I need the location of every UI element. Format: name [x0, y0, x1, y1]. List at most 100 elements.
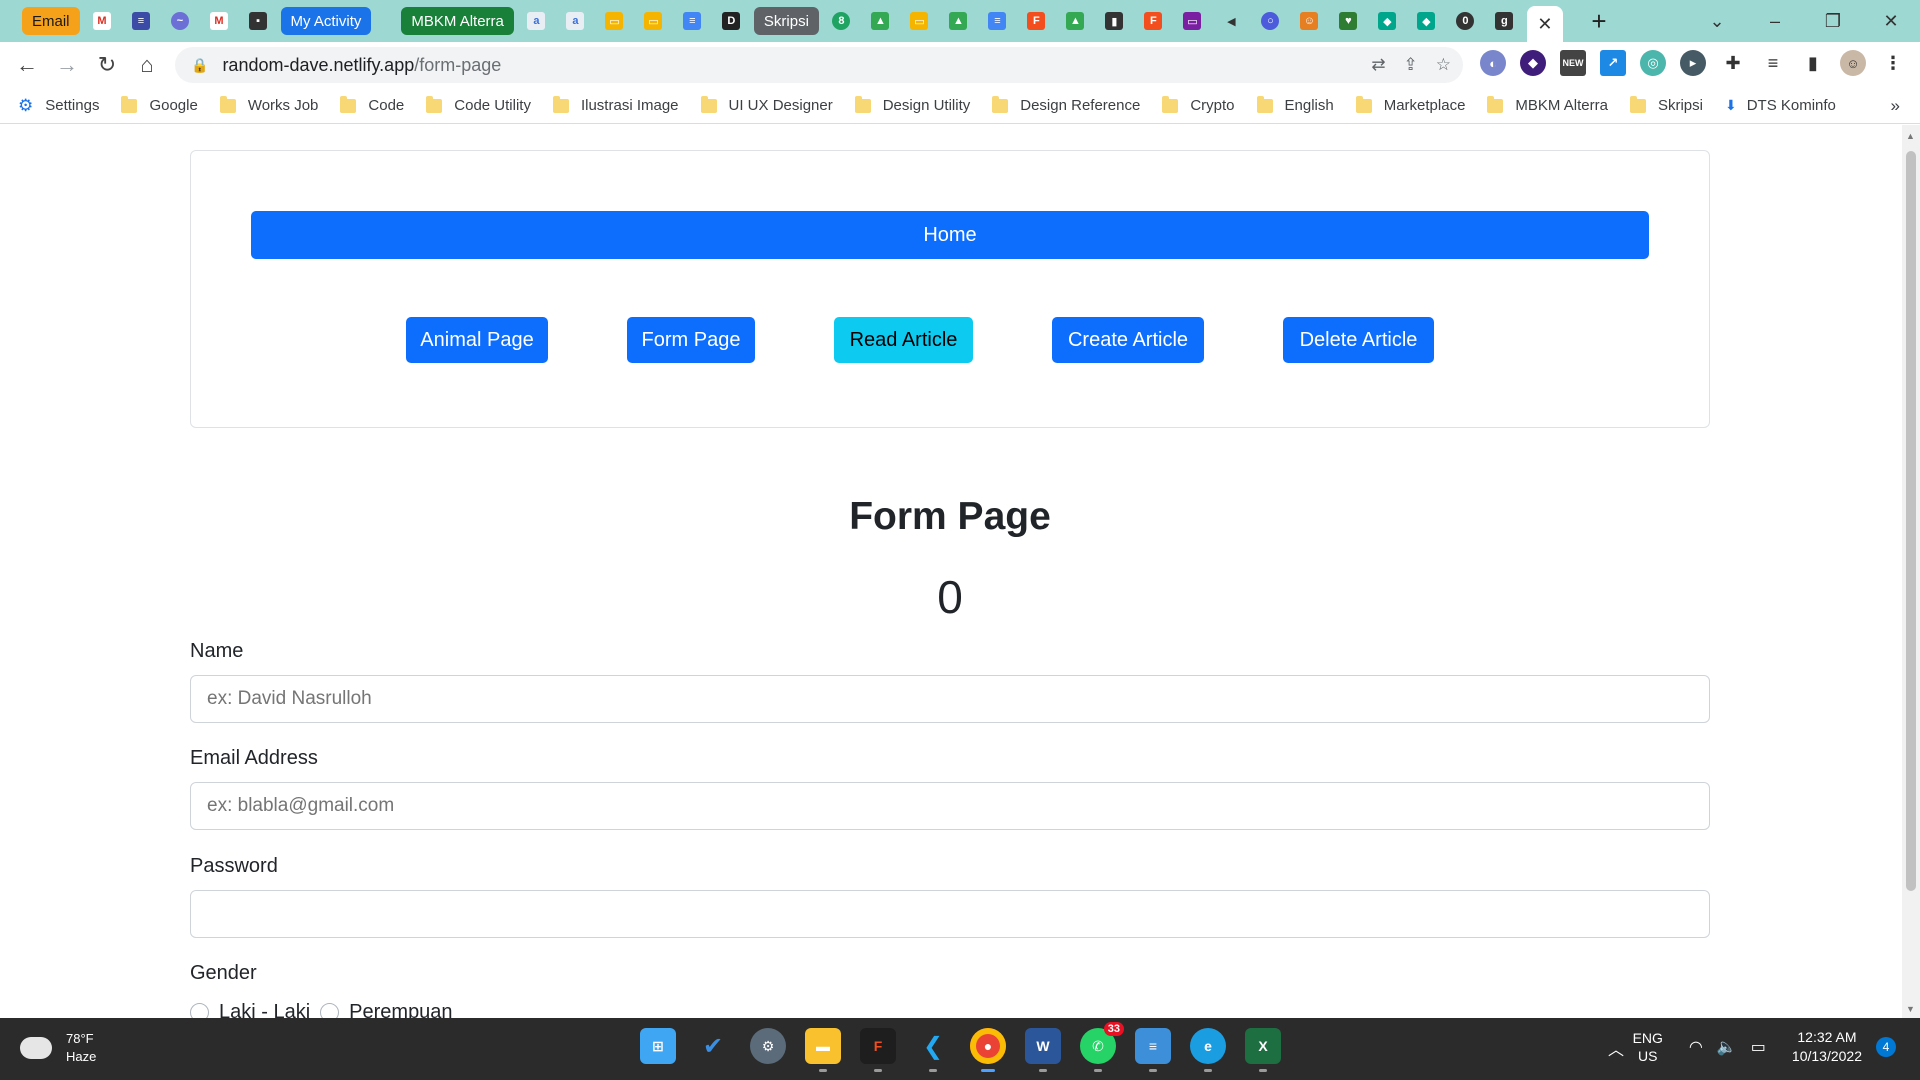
read-article-button[interactable]: Read Article — [834, 317, 973, 363]
weather-widget[interactable]: 78°F Haze — [16, 1029, 96, 1066]
extensions-puzzle-icon[interactable]: ✚ — [1720, 50, 1746, 76]
active-tab[interactable]: ✕ — [1526, 6, 1563, 42]
tab-app-5[interactable]: ◆ — [1371, 6, 1404, 36]
extension-icon[interactable]: ▸ — [1680, 50, 1706, 76]
url-text[interactable]: random-dave.netlify.app/form-page — [222, 55, 501, 76]
lock-icon[interactable]: 🔒 — [191, 57, 208, 74]
minimize-icon[interactable]: – — [1746, 11, 1804, 32]
email-field[interactable] — [190, 782, 1710, 830]
tab-group-mbkm-alterra[interactable]: MBKM Alterra — [401, 7, 514, 35]
new-tab-button[interactable]: + — [1581, 3, 1617, 39]
bookmark-design-reference[interactable]: Design Reference — [992, 95, 1140, 114]
home-button[interactable]: Home — [251, 211, 1649, 259]
bookmark-works-job[interactable]: Works Job — [219, 95, 318, 114]
tab-figma-1[interactable]: F — [1020, 6, 1053, 36]
tab-drive-3[interactable]: ▲ — [1059, 6, 1092, 36]
extension-icon[interactable]: ◐ — [1480, 50, 1506, 76]
tab-messenger[interactable]: ~ — [164, 6, 197, 36]
bookmark-google[interactable]: Google — [121, 95, 198, 114]
bookmark-code-utility[interactable]: Code Utility — [426, 95, 531, 114]
bookmark-dts-kominfo[interactable]: ⬇ DTS Kominfo — [1725, 97, 1836, 114]
maximize-icon[interactable]: ❐ — [1804, 11, 1862, 32]
tab-drive-1[interactable]: ▲ — [864, 6, 897, 36]
tab-slides-2[interactable]: ▭ — [637, 6, 670, 36]
scroll-up-icon[interactable]: ▲ — [1906, 131, 1915, 141]
tab-app-4[interactable]: ♥ — [1332, 6, 1365, 36]
figma-app-icon[interactable]: F — [860, 1028, 896, 1072]
settings-app-icon[interactable]: ⚙ — [750, 1028, 786, 1064]
gender-radio-laki[interactable] — [190, 1003, 209, 1018]
tab-docs[interactable]: ≡ — [676, 6, 709, 36]
volume-icon[interactable]: 🔈 — [1717, 1037, 1737, 1057]
vscode-icon[interactable]: ❮ — [915, 1028, 951, 1072]
extension-icon[interactable]: ◆ — [1520, 50, 1546, 76]
tab-slides-3[interactable]: ▭ — [903, 6, 936, 36]
wifi-icon[interactable]: ◠ — [1689, 1037, 1703, 1057]
tab-88[interactable]: 8 — [825, 6, 858, 36]
tab-alterra-1[interactable]: a — [520, 6, 553, 36]
tab-gmail[interactable]: M — [86, 6, 119, 36]
scroll-thumb[interactable] — [1906, 151, 1916, 891]
tab-search-icon[interactable]: ⌄ — [1688, 11, 1746, 32]
tab-alterra-2[interactable]: a — [559, 6, 592, 36]
tab-d[interactable]: D — [715, 6, 748, 36]
tab-app-8[interactable]: g — [1488, 6, 1521, 36]
tab-tasks[interactable]: ≡ — [125, 6, 158, 36]
reload-icon[interactable]: ↻ — [87, 45, 127, 85]
tab-gmail-2[interactable]: M — [203, 6, 236, 36]
bookmark-design-utility[interactable]: Design Utility — [854, 95, 970, 114]
profile-avatar[interactable]: ☺ — [1840, 50, 1866, 76]
extension-icon[interactable]: ↗ — [1600, 50, 1626, 76]
back-icon[interactable]: ← — [7, 45, 47, 85]
gender-option-label[interactable]: Perempuan — [349, 1001, 452, 1018]
word-icon[interactable]: W — [1025, 1028, 1061, 1072]
tab-app-1[interactable]: ▮ — [1098, 6, 1131, 36]
bookmark-crypto[interactable]: Crypto — [1162, 95, 1235, 114]
tab-audio[interactable]: ◀ — [1215, 6, 1248, 36]
bookmark-ui-ux-designer[interactable]: UI UX Designer — [700, 95, 833, 114]
share-icon[interactable]: ⇪ — [1404, 55, 1418, 75]
gender-radio-perempuan[interactable] — [320, 1003, 340, 1018]
more-bookmarks-icon[interactable]: » — [1891, 96, 1900, 116]
extension-icon[interactable]: NEW — [1560, 50, 1586, 76]
delete-article-button[interactable]: Delete Article — [1283, 317, 1434, 363]
tab-group-email[interactable]: Email — [22, 7, 80, 35]
bookmark-ilustrasi-image[interactable]: Ilustrasi Image — [552, 95, 679, 114]
translate-icon[interactable]: ⇄ — [1371, 55, 1385, 75]
tab-figma-2[interactable]: F — [1137, 6, 1170, 36]
edge-icon[interactable]: e — [1190, 1028, 1226, 1072]
animal-page-button[interactable]: Animal Page — [406, 317, 548, 363]
bookmark-marketplace[interactable]: Marketplace — [1355, 95, 1465, 114]
bookmark-mbkm-alterra[interactable]: MBKM Alterra — [1487, 95, 1608, 114]
scroll-down-icon[interactable]: ▼ — [1906, 1004, 1915, 1014]
chrome-icon[interactable]: ● — [970, 1028, 1006, 1072]
menu-kebab-icon[interactable]: ⋮ — [1880, 50, 1906, 76]
tab-drive-2[interactable]: ▲ — [942, 6, 975, 36]
excel-icon[interactable]: X — [1245, 1028, 1281, 1072]
battery-icon[interactable]: ▭ — [1751, 1037, 1766, 1057]
side-panel-icon[interactable]: ▮ — [1800, 50, 1826, 76]
tab-group-skripsi[interactable]: Skripsi — [753, 7, 819, 35]
tab-app-3[interactable]: ☺ — [1293, 6, 1326, 36]
extension-icon[interactable]: ◎ — [1640, 50, 1666, 76]
whatsapp-icon[interactable]: ✆ 33 — [1080, 1022, 1124, 1072]
bookmark-settings[interactable]: ⚙ Settings — [18, 96, 99, 116]
tab-slides-1[interactable]: ▭ — [598, 6, 631, 36]
create-article-button[interactable]: Create Article — [1052, 317, 1204, 363]
gender-option-label[interactable]: Laki - Laki — [219, 1001, 310, 1018]
bookmark-code[interactable]: Code — [340, 95, 404, 114]
forward-icon[interactable]: → — [47, 45, 87, 85]
form-page-button[interactable]: Form Page — [627, 317, 755, 363]
tab-contacts[interactable]: ▪ — [242, 6, 275, 36]
tab-present[interactable]: ▭ — [1176, 6, 1209, 36]
bookmark-english[interactable]: English — [1256, 95, 1334, 114]
notepad-icon[interactable]: ≡ — [1135, 1028, 1171, 1072]
notification-count-badge[interactable]: 4 — [1876, 1037, 1896, 1057]
home-icon[interactable]: ⌂ — [127, 45, 167, 85]
todo-icon[interactable]: ✔ — [695, 1028, 731, 1064]
reading-list-icon[interactable]: ≡ — [1760, 50, 1786, 76]
tab-app-6[interactable]: ◆ — [1410, 6, 1443, 36]
bookmark-star-icon[interactable]: ☆ — [1436, 55, 1451, 75]
tab-docs-2[interactable]: ≡ — [981, 6, 1014, 36]
name-field[interactable] — [190, 675, 1710, 723]
